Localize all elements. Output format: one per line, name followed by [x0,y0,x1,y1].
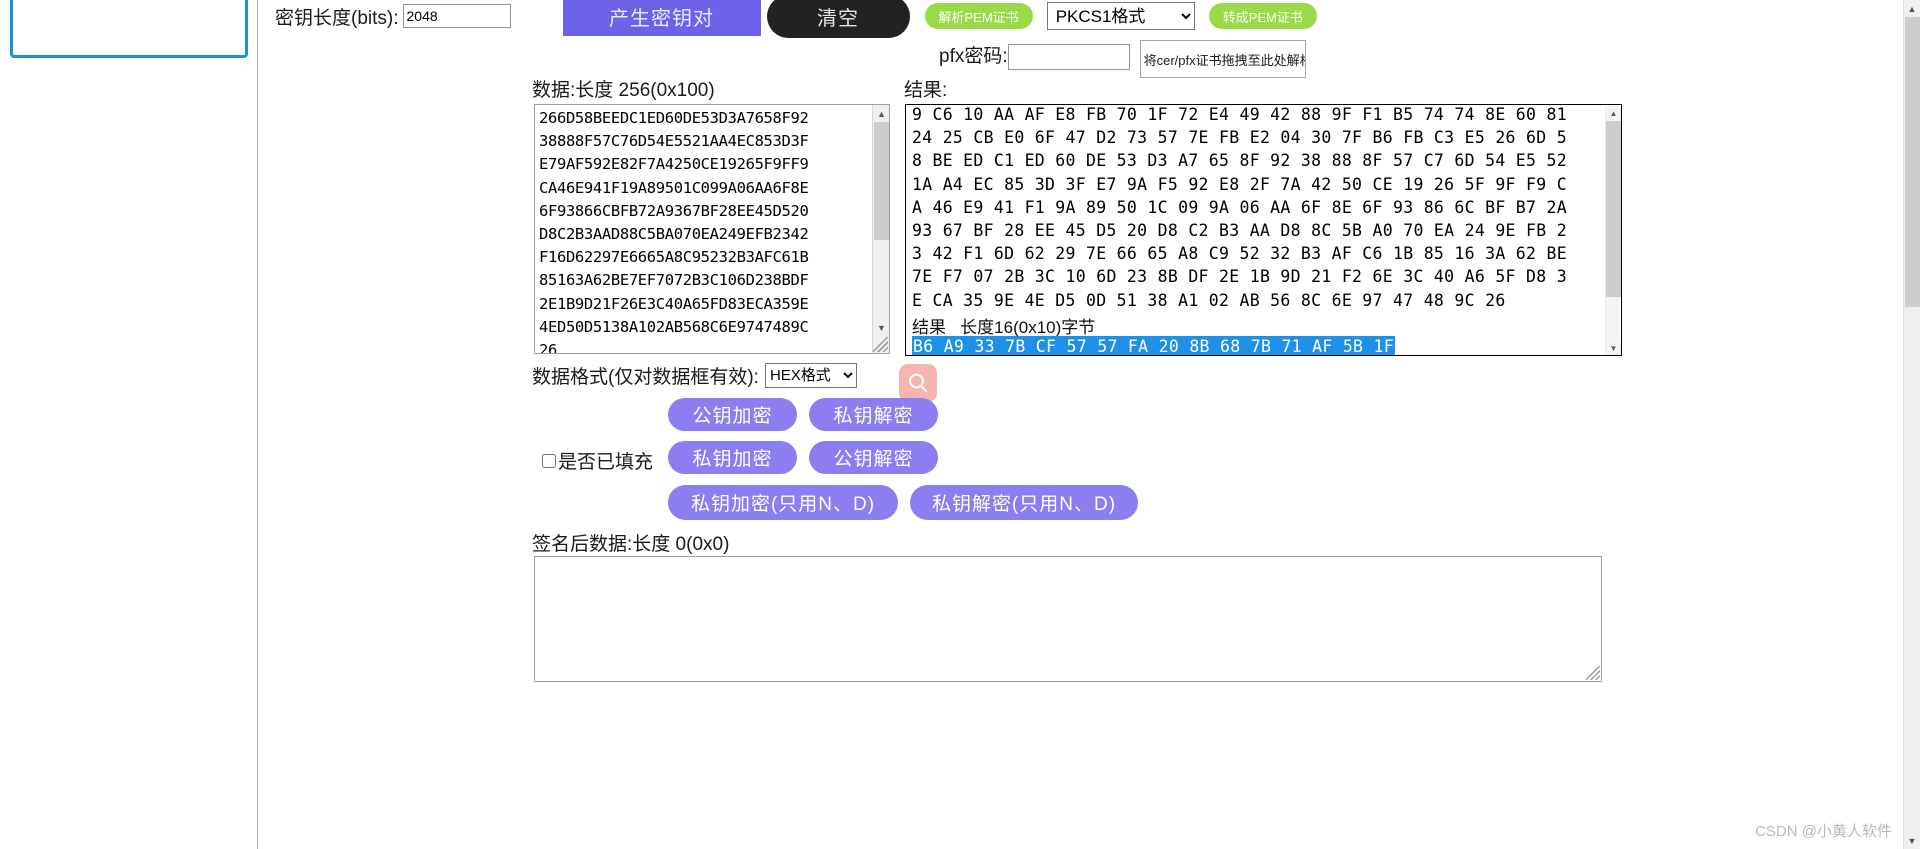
padding-checkbox[interactable] [542,453,556,468]
crypto-buttons-row-3: 私钥加密(只用N、D) 私钥解密(只用N、D) [668,485,1138,520]
certificate-drop-zone[interactable]: 将cer/pfx证书拖拽至此处解析 [1139,40,1306,78]
data-textarea-content: 266D58BEEDC1ED60DE53D3A7658F92 38888F57C… [539,109,809,354]
private-key-encrypt-nd-button[interactable]: 私钥加密(只用N、D) [668,485,898,520]
clear-button[interactable]: 清空 [766,0,910,38]
result-scroll-up-icon[interactable]: ▲ [1606,106,1621,121]
page-scrollbar-thumb[interactable] [1905,17,1920,307]
private-key-decrypt-button[interactable]: 私钥解密 [809,398,938,431]
key-length-label: 密钥长度(bits): [275,7,399,29]
public-key-decrypt-button[interactable]: 公钥解密 [809,441,938,474]
pfx-password-input[interactable] [1007,44,1130,70]
result-content: 9 C6 10 AA AF E8 FB 70 1F 72 E4 49 42 88… [912,105,1567,310]
generate-keypair-button[interactable]: 产生密钥对 [562,0,761,36]
key-toolbar: 密钥长度(bits): 产生密钥对 清空 解析PEM证书 PKCS1格式 转成P… [275,0,1317,38]
page-scroll-down-icon[interactable]: ▼ [1904,832,1920,849]
main-content: 密钥长度(bits): 产生密钥对 清空 解析PEM证书 PKCS1格式 转成P… [259,0,1622,849]
result-textarea[interactable]: 9 C6 10 AA AF E8 FB 70 1F 72 E4 49 42 88… [905,104,1622,356]
page-scrollbar[interactable]: ▲ ▼ [1903,0,1920,849]
result-scrollbar[interactable]: ▲ ▼ [1605,106,1621,355]
scroll-down-icon[interactable]: ▼ [873,319,889,336]
crypto-buttons-row-1: 公钥加密 私钥解密 [668,398,938,431]
key-length-input[interactable] [402,4,511,28]
data-format-label: 数据格式(仅对数据框有效): [532,367,759,388]
data-format-select[interactable]: HEX格式 [764,363,857,388]
private-key-decrypt-nd-button[interactable]: 私钥解密(只用N、D) [910,485,1138,520]
padding-label: 是否已填充 [558,452,654,473]
padding-checkbox-row[interactable]: 是否已填充 [542,447,653,474]
result-selected-bytes: B6 A9 33 7B CF 57 57 FA 20 8B 68 7B 71 A… [912,336,1395,356]
scroll-up-icon[interactable]: ▲ [873,105,889,122]
app-window: 密钥长度(bits): 产生密钥对 清空 解析PEM证书 PKCS1格式 转成P… [0,0,1920,849]
parse-pem-button[interactable]: 解析PEM证书 [924,3,1033,29]
crypto-buttons-row-2: 私钥加密 公钥解密 [668,441,938,474]
page-scroll-up-icon[interactable]: ▲ [1904,0,1920,17]
result-scrollbar-thumb[interactable] [1606,121,1621,297]
public-key-encrypt-button[interactable]: 公钥加密 [668,398,797,431]
pem-format-select[interactable]: PKCS1格式 [1046,2,1195,30]
signed-data-label: 签名后数据:长度 0(0x0) [532,534,730,555]
signed-resize-handle-icon[interactable] [1586,666,1600,680]
pfx-row: pfx密码: 将cer/pfx证书拖拽至此处解析 [939,40,1306,78]
pfx-password-label: pfx密码: [939,46,1008,67]
search-icon [909,373,927,393]
data-format-row: 数据格式(仅对数据框有效): HEX格式 [532,362,857,389]
data-length-label: 数据:长度 256(0x100) [532,80,715,101]
private-key-encrypt-button[interactable]: 私钥加密 [668,441,797,474]
watermark: CSDN @小黄人软件 [1755,823,1892,840]
result-label: 结果: [904,80,948,101]
sidebar-card[interactable] [10,0,248,58]
left-sidebar [0,0,258,849]
resize-handle-icon[interactable] [873,337,888,352]
result-status-text: 结果 长度16(0x10)字节 [912,318,1096,337]
result-scroll-down-icon[interactable]: ▼ [1606,341,1621,355]
signed-data-textarea[interactable] [534,556,1602,682]
convert-to-pem-button[interactable]: 转成PEM证书 [1208,3,1317,29]
data-textarea[interactable]: 266D58BEEDC1ED60DE53D3A7658F92 38888F57C… [534,104,890,354]
search-button[interactable] [899,364,937,402]
data-scrollbar[interactable]: ▲ ▼ [872,105,889,353]
scrollbar-thumb[interactable] [874,122,889,240]
